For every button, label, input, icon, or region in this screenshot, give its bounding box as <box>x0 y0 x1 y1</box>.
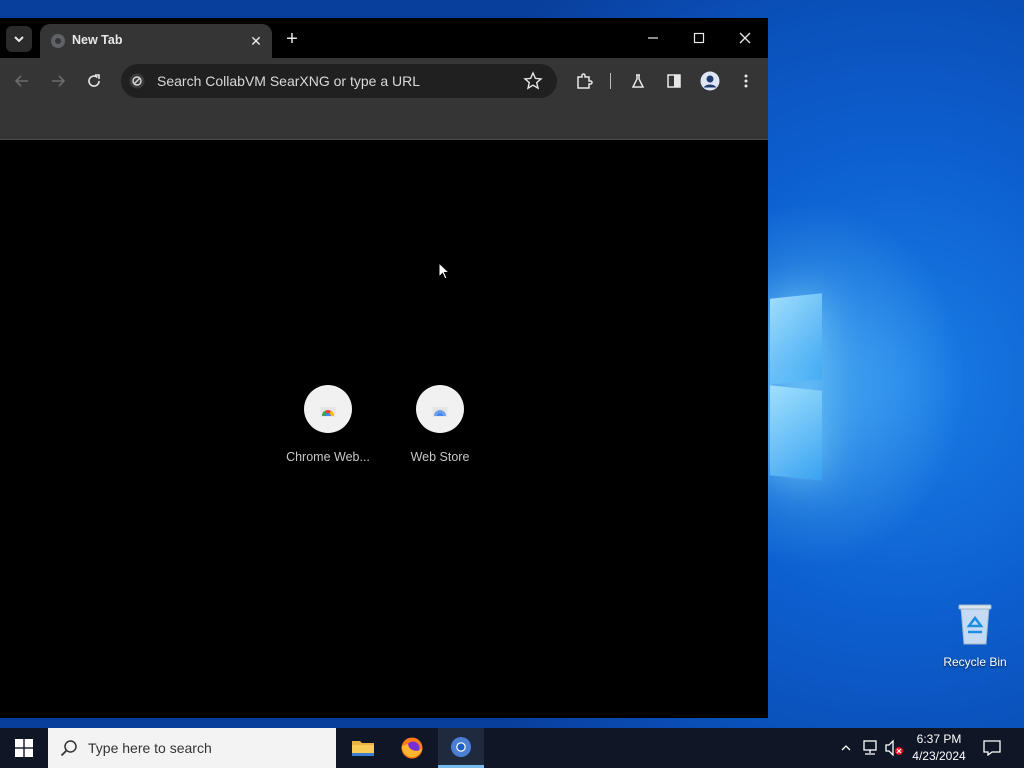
recycle-bin-icon <box>958 604 992 645</box>
web-store-icon <box>432 407 448 417</box>
search-icon <box>60 740 77 757</box>
mouse-cursor-icon <box>438 262 450 280</box>
bookmarks-bar <box>0 104 768 140</box>
search-engine-icon <box>129 73 145 89</box>
browser-menu-button[interactable] <box>734 69 758 93</box>
clock-time: 6:37 PM <box>916 732 962 746</box>
notification-icon <box>983 740 1001 756</box>
recycle-bin[interactable]: Recycle Bin <box>940 602 1010 669</box>
shortcut-tile <box>304 385 352 433</box>
profile-button[interactable] <box>698 69 722 93</box>
arrow-left-icon <box>14 75 28 87</box>
shortcut-chrome-web-store[interactable]: Chrome Web... <box>272 385 384 464</box>
side-panel-icon <box>667 74 681 88</box>
browser-window: New Tab ✕ + Search CollabVM SearXNG or t… <box>0 18 768 718</box>
tray-overflow-button[interactable] <box>836 738 856 758</box>
flask-icon <box>631 74 645 88</box>
tab-new-tab[interactable]: New Tab ✕ <box>40 24 272 58</box>
taskbar: Type here to search 6:37 PM 4/23/2024 <box>0 728 1024 768</box>
new-tab-favicon-icon <box>51 34 65 48</box>
new-tab-page: Chrome Web... Web Store <box>0 140 768 718</box>
tray-network-button[interactable] <box>860 738 880 758</box>
chrome-web-store-icon <box>320 407 336 417</box>
minimize-icon <box>648 37 658 39</box>
reload-icon <box>88 74 100 87</box>
toolbar-divider <box>610 73 611 89</box>
chrome-icon <box>451 736 471 757</box>
tab-title: New Tab <box>72 33 123 47</box>
profile-avatar-icon <box>700 71 720 91</box>
start-button[interactable] <box>0 728 48 768</box>
extensions-button[interactable] <box>572 69 596 93</box>
browser-toolbar: Search CollabVM SearXNG or type a URL <box>0 58 768 104</box>
new-tab-button[interactable]: + <box>280 28 304 52</box>
tab-close-icon[interactable]: ✕ <box>247 32 265 50</box>
chevron-down-icon <box>14 36 24 43</box>
firefox-icon <box>401 737 423 759</box>
close-icon <box>739 32 751 44</box>
taskbar-chrome[interactable] <box>438 728 484 768</box>
labs-button[interactable] <box>626 69 650 93</box>
close-window-button[interactable] <box>730 26 760 50</box>
tab-strip: New Tab ✕ + <box>0 18 768 58</box>
shortcut-tile <box>416 385 464 433</box>
taskbar-firefox[interactable] <box>389 728 435 768</box>
tray-volume-button[interactable] <box>884 738 904 758</box>
side-panel-button[interactable] <box>662 69 686 93</box>
arrow-right-icon <box>52 75 66 87</box>
address-bar[interactable]: Search CollabVM SearXNG or type a URL <box>121 64 557 98</box>
puzzle-icon <box>577 73 593 89</box>
minimize-button[interactable] <box>638 26 668 50</box>
taskbar-search-box[interactable]: Type here to search <box>48 728 336 768</box>
recycle-bin-label: Recycle Bin <box>943 655 1007 669</box>
file-explorer-icon <box>352 741 374 756</box>
forward-button[interactable] <box>46 69 70 93</box>
taskbar-clock[interactable]: 6:37 PM 4/23/2024 <box>906 731 972 765</box>
more-vertical-icon <box>744 74 748 88</box>
taskbar-search-placeholder: Type here to search <box>88 740 212 756</box>
network-icon <box>863 740 877 755</box>
address-bar-placeholder: Search CollabVM SearXNG or type a URL <box>157 73 420 89</box>
reload-button[interactable] <box>82 69 106 93</box>
taskbar-file-explorer[interactable] <box>340 728 386 768</box>
shortcut-label: Chrome Web... <box>286 450 370 464</box>
maximize-icon <box>693 32 705 44</box>
shortcut-label: Web Store <box>410 450 470 464</box>
windows-start-icon <box>15 739 33 757</box>
action-center-button[interactable] <box>982 738 1002 758</box>
clock-date: 4/23/2024 <box>912 749 966 763</box>
volume-muted-icon <box>885 740 903 756</box>
chevron-up-icon <box>841 745 851 751</box>
maximize-button[interactable] <box>684 26 714 50</box>
tab-search-button[interactable] <box>6 26 32 52</box>
bookmark-star-icon[interactable] <box>523 71 543 91</box>
shortcut-web-store[interactable]: Web Store <box>384 385 496 464</box>
back-button[interactable] <box>10 69 34 93</box>
